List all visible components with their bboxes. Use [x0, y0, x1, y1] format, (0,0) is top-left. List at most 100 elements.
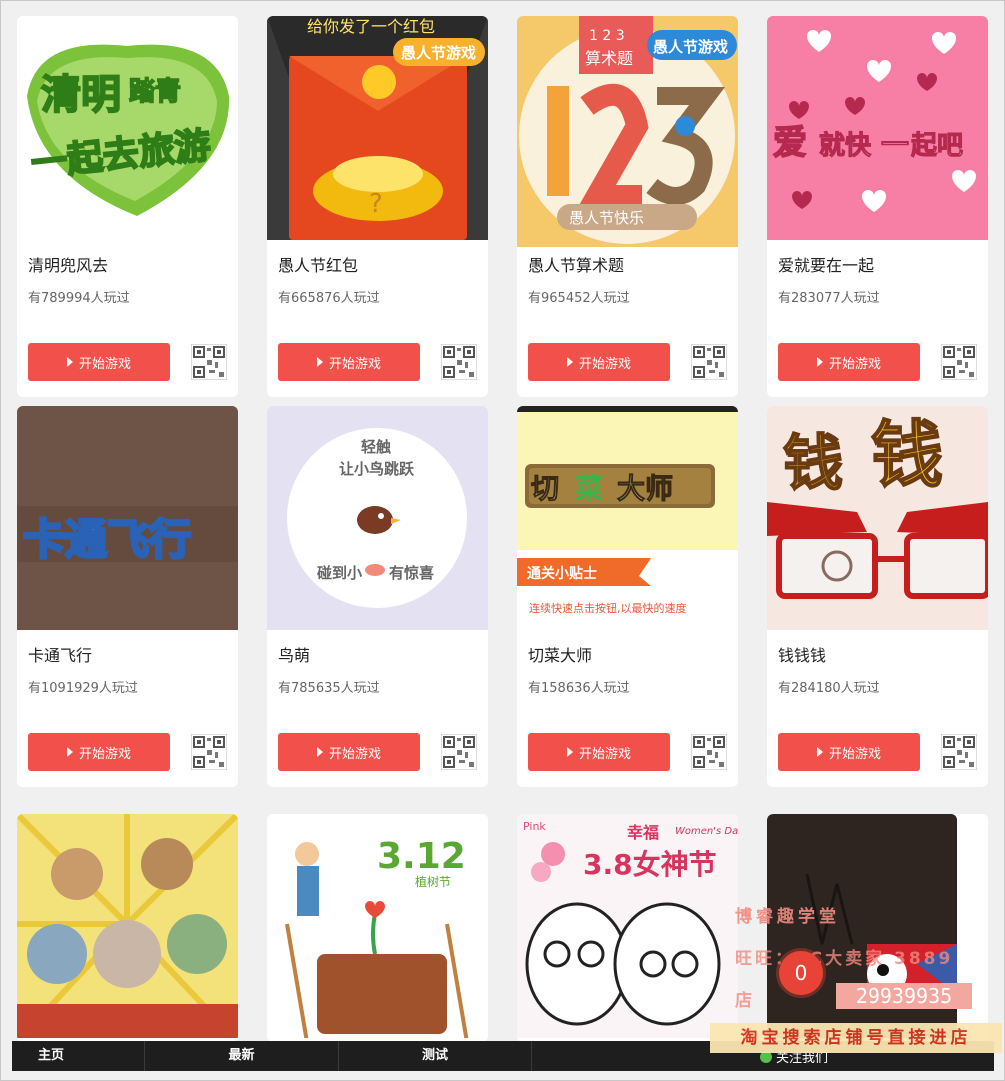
thumb-text: 爱 — [773, 123, 807, 163]
play-count: 有283077人玩过 — [778, 291, 880, 306]
qr-code-icon[interactable] — [191, 344, 227, 380]
thumb-text: 就快 — [819, 131, 872, 161]
play-icon — [66, 357, 73, 367]
game-card[interactable]: 爱 就快 一 起吧 爱就要在一起 有283077人玩过 开始游戏 — [767, 16, 988, 397]
thumb-text: 菜 — [575, 472, 603, 505]
thumb-text: 一 — [881, 128, 909, 161]
qr-code-icon[interactable] — [441, 344, 477, 380]
thumb-text: 切 — [531, 472, 559, 505]
button-label: 开始游戏 — [78, 746, 131, 762]
game-thumbnail[interactable]: 轻触 让小鸟跳跃 碰到小 有惊喜 — [267, 406, 488, 630]
button-label: 开始游戏 — [828, 356, 881, 372]
qr-code-icon[interactable] — [691, 734, 727, 770]
play-icon — [816, 747, 823, 757]
qr-code-icon[interactable] — [941, 734, 977, 770]
start-game-button[interactable]: 开始游戏 — [528, 733, 670, 771]
game-card[interactable]: 清明 踏青 一起去旅游 清明兜风去 有789994人玩过 开始游戏 — [17, 16, 238, 397]
nav-test[interactable]: 测试 — [339, 1041, 532, 1071]
game-card[interactable]: 卡通飞行 卡通飞行 有1091929人玩过 开始游戏 — [17, 406, 238, 787]
game-thumbnail[interactable]: 切 菜 大师 通关小贴士 连续快速点击按钮,以最快的速度 — [517, 406, 738, 630]
thumb-text: 清明 — [41, 72, 121, 118]
thumb-text: 有惊喜 — [389, 564, 434, 582]
thumb-text: 让小鸟跳跃 — [339, 460, 415, 478]
game-card[interactable]: 钱 钱 钱钱钱 有284180人玩过 开始游戏 — [767, 406, 988, 787]
play-count: 有965452人玩过 — [528, 291, 630, 306]
thumb-text: 3.12 — [377, 836, 466, 877]
game-title: 清明兜风去 — [28, 256, 109, 275]
game-thumbnail[interactable]: 钱 钱 — [767, 406, 988, 630]
thumb-text: 碰到小 — [317, 564, 362, 582]
game-thumbnail[interactable]: 清明 踏青 一起去旅游 — [17, 16, 238, 240]
button-label: 开始游戏 — [328, 746, 381, 762]
thumb-text: 连续快速点击按钮,以最快的速度 — [529, 601, 687, 615]
thumb-text: 给你发了一个红包 — [307, 17, 435, 36]
game-thumbnail[interactable]: 3.12 植树节 — [267, 814, 488, 1038]
play-count: 有1091929人玩过 — [28, 681, 138, 696]
watermark-text: 博睿趣学堂 — [735, 907, 840, 927]
game-card[interactable]: 3.12 植树节 — [267, 814, 488, 1042]
start-game-button[interactable]: 开始游戏 — [528, 343, 670, 381]
watermark-banner: 淘宝搜索店铺号直接进店 — [710, 1023, 1002, 1053]
thumb-text: 3.8女神节 — [583, 848, 717, 881]
play-icon — [66, 747, 73, 757]
start-game-button[interactable]: 开始游戏 — [278, 733, 420, 771]
game-title: 卡通飞行 — [28, 646, 93, 665]
thumb-text: 大师 — [617, 472, 673, 505]
start-game-button[interactable]: 开始游戏 — [278, 343, 420, 381]
qr-code-icon[interactable] — [441, 734, 477, 770]
nav-home[interactable]: 主页 — [12, 1041, 145, 1071]
thumb-text: 幸福 — [627, 823, 659, 842]
game-title: 爱就要在一起 — [778, 256, 875, 275]
play-icon — [316, 357, 323, 367]
button-label: 开始游戏 — [328, 356, 381, 372]
game-card[interactable] — [17, 814, 238, 1042]
qr-code-icon[interactable] — [191, 734, 227, 770]
button-label: 开始游戏 — [578, 356, 631, 372]
play-icon — [316, 747, 323, 757]
qr-code-icon[interactable] — [691, 344, 727, 380]
play-count: 有284180人玩过 — [778, 681, 880, 696]
game-card[interactable]: Pink 幸福 Women's Day 3.8女神节 — [517, 814, 738, 1042]
thumb-text: 愚人节游戏 — [401, 44, 476, 62]
watermark-text: 旺旺：TC大卖家 3889 — [735, 949, 954, 969]
qr-code-icon[interactable] — [941, 344, 977, 380]
thumb-text: 愚人节快乐 — [569, 209, 644, 227]
start-game-button[interactable]: 开始游戏 — [778, 343, 920, 381]
thumb-text: Pink — [523, 820, 546, 833]
play-icon — [566, 357, 573, 367]
watermark-text: 店 — [735, 991, 755, 1011]
thumb-text: ? — [369, 189, 383, 219]
game-thumbnail[interactable]: 给你发了一个红包 愚人节游戏 ? — [267, 16, 488, 240]
start-game-button[interactable]: 开始游戏 — [28, 733, 170, 771]
game-card[interactable]: 切 菜 大师 通关小贴士 连续快速点击按钮,以最快的速度 切菜大师 有15863… — [517, 406, 738, 787]
game-thumbnail[interactable]: 1 2 3 算术题 愚人节游戏 愚人节快乐 — [517, 16, 738, 247]
play-count: 有789994人玩过 — [28, 291, 130, 306]
button-label: 开始游戏 — [78, 356, 131, 372]
game-thumbnail[interactable]: 爱 就快 一 起吧 — [767, 16, 988, 240]
game-thumbnail[interactable] — [17, 814, 238, 1038]
thumb-text: 卡通飞行 — [23, 515, 191, 564]
watermark-phone: 29939935 — [836, 983, 972, 1009]
nav-latest[interactable]: 最新 — [145, 1041, 339, 1071]
thumb-text: 算术题 — [585, 49, 633, 68]
play-count: 有158636人玩过 — [528, 681, 630, 696]
thumb-text: 钱 — [783, 429, 843, 499]
start-game-button[interactable]: 开始游戏 — [28, 343, 170, 381]
game-card[interactable]: 给你发了一个红包 愚人节游戏 ? 愚人节红包 有665876人玩过 开始游戏 — [267, 16, 488, 397]
game-title: 愚人节红包 — [278, 256, 359, 275]
thumb-text: 1 2 3 — [589, 28, 625, 44]
game-thumbnail[interactable]: Pink 幸福 Women's Day 3.8女神节 — [517, 814, 738, 1038]
game-title: 愚人节算术题 — [528, 256, 625, 275]
game-thumbnail[interactable]: 卡通飞行 — [17, 406, 238, 630]
cart-count-badge[interactable]: 0 — [779, 951, 823, 995]
play-icon — [566, 747, 573, 757]
thumb-text: 愚人节游戏 — [653, 38, 728, 56]
play-icon — [816, 357, 823, 367]
thumb-text: 踏青 — [129, 77, 181, 107]
thumb-text: 起吧 — [911, 131, 963, 161]
start-game-button[interactable]: 开始游戏 — [778, 733, 920, 771]
button-label: 开始游戏 — [828, 746, 881, 762]
game-card[interactable]: 1 2 3 算术题 愚人节游戏 愚人节快乐 愚人节算术题 有965452人玩过 … — [517, 16, 738, 397]
thumb-text: 轻触 — [361, 438, 391, 456]
game-card[interactable]: 轻触 让小鸟跳跃 碰到小 有惊喜 鸟萌 有785635人玩过 开始游戏 — [267, 406, 488, 787]
